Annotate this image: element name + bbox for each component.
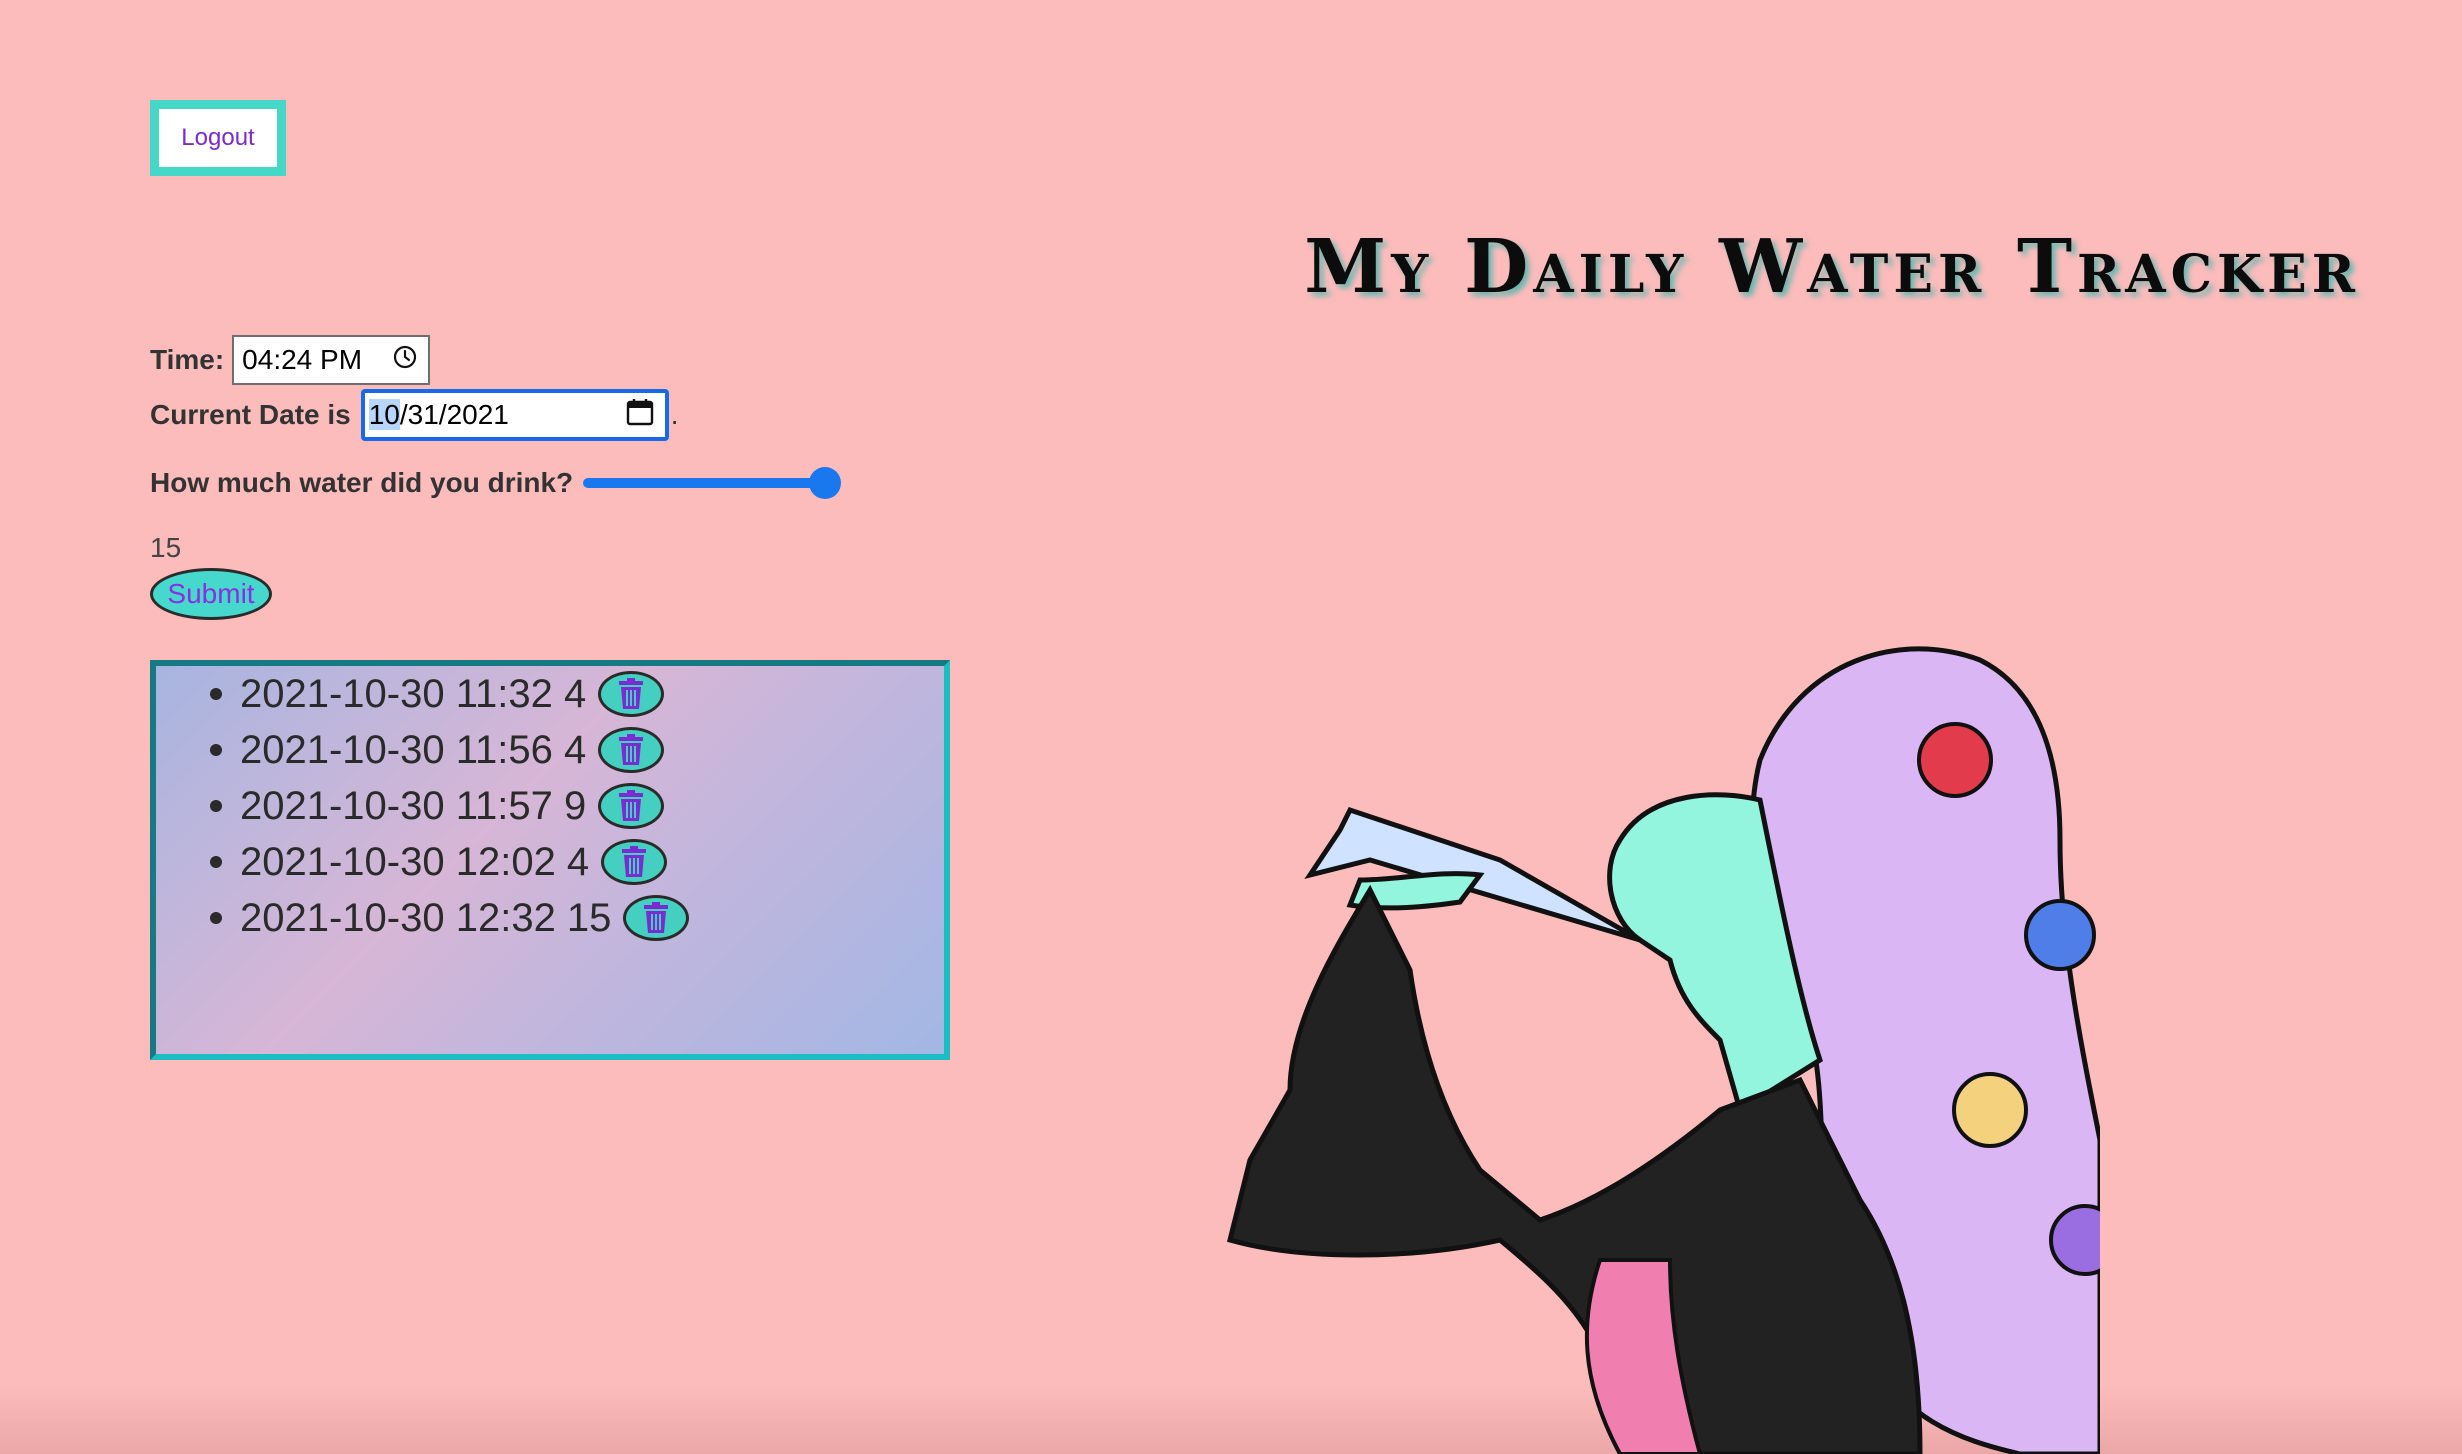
time-input[interactable]: 04:24 PM xyxy=(232,335,431,385)
trash-icon xyxy=(644,902,669,933)
time-value: 04:24 PM xyxy=(242,344,363,375)
trash-icon xyxy=(619,678,644,709)
amount-value: 15 xyxy=(150,532,182,563)
slider-track[interactable] xyxy=(583,478,830,488)
entry-text: 2021-10-30 11:56 4 xyxy=(240,727,587,772)
clock-icon[interactable] xyxy=(392,344,418,377)
trash-icon xyxy=(619,790,644,821)
entry-row: 2021-10-30 12:02 4 xyxy=(240,834,668,890)
delete-entry-button[interactable] xyxy=(598,783,665,829)
list-item: 2021-10-30 12:32 15 xyxy=(240,890,944,946)
date-input[interactable]: 10/31/2021 xyxy=(360,389,669,441)
list-item: 2021-10-30 11:56 4 xyxy=(240,722,944,778)
date-value: 10/31/2021 xyxy=(368,399,509,431)
logout-button[interactable]: Logout xyxy=(150,100,286,176)
entry-row: 2021-10-30 11:32 4 xyxy=(240,666,665,722)
list-item: 2021-10-30 12:02 4 xyxy=(240,834,944,890)
entry-row: 2021-10-30 11:56 4 xyxy=(240,722,665,778)
amount-label: How much water did you drink? xyxy=(150,467,574,498)
entries-list: 2021-10-30 11:32 4 2021-10-30 11:56 4 2021… xyxy=(156,666,944,946)
list-item: 2021-10-30 11:57 9 xyxy=(240,778,944,834)
date-rest-segment[interactable]: /31/2021 xyxy=(400,399,509,430)
entries-box: 2021-10-30 11:32 4 2021-10-30 11:56 4 2021… xyxy=(150,660,950,1060)
entry-text: 2021-10-30 11:57 9 xyxy=(240,783,587,828)
trash-icon xyxy=(619,734,644,765)
delete-entry-button[interactable] xyxy=(601,839,668,885)
delete-entry-button[interactable] xyxy=(623,895,690,941)
trash-icon xyxy=(622,846,647,877)
girl-drinking-water-illustration xyxy=(1226,646,2100,1454)
slider-thumb[interactable] xyxy=(809,467,842,499)
delete-entry-button[interactable] xyxy=(598,671,665,717)
entry-row: 2021-10-30 12:32 15 xyxy=(240,890,690,946)
date-label: Current Date is xyxy=(150,399,351,430)
page-title: My Daily Water Tracker xyxy=(1304,224,2360,310)
entry-text: 2021-10-30 11:32 4 xyxy=(240,671,587,716)
time-row: Time: 04:24 PM xyxy=(150,334,431,386)
date-month-segment[interactable]: 10 xyxy=(368,399,400,430)
delete-entry-button[interactable] xyxy=(598,727,665,773)
submit-button[interactable]: Submit xyxy=(150,568,272,620)
amount-row: How much water did you drink? xyxy=(150,456,842,510)
entry-text: 2021-10-30 12:32 15 xyxy=(240,895,612,940)
entry-row: 2021-10-30 11:57 9 xyxy=(240,778,665,834)
amount-slider[interactable] xyxy=(583,465,842,501)
date-suffix: . xyxy=(670,399,679,430)
time-label: Time: xyxy=(150,344,225,375)
entry-text: 2021-10-30 12:02 4 xyxy=(240,839,590,884)
list-item: 2021-10-30 11:32 4 xyxy=(240,666,944,722)
calendar-icon[interactable] xyxy=(625,397,655,434)
date-row: Current Date is 10/31/2021 . xyxy=(150,389,679,441)
